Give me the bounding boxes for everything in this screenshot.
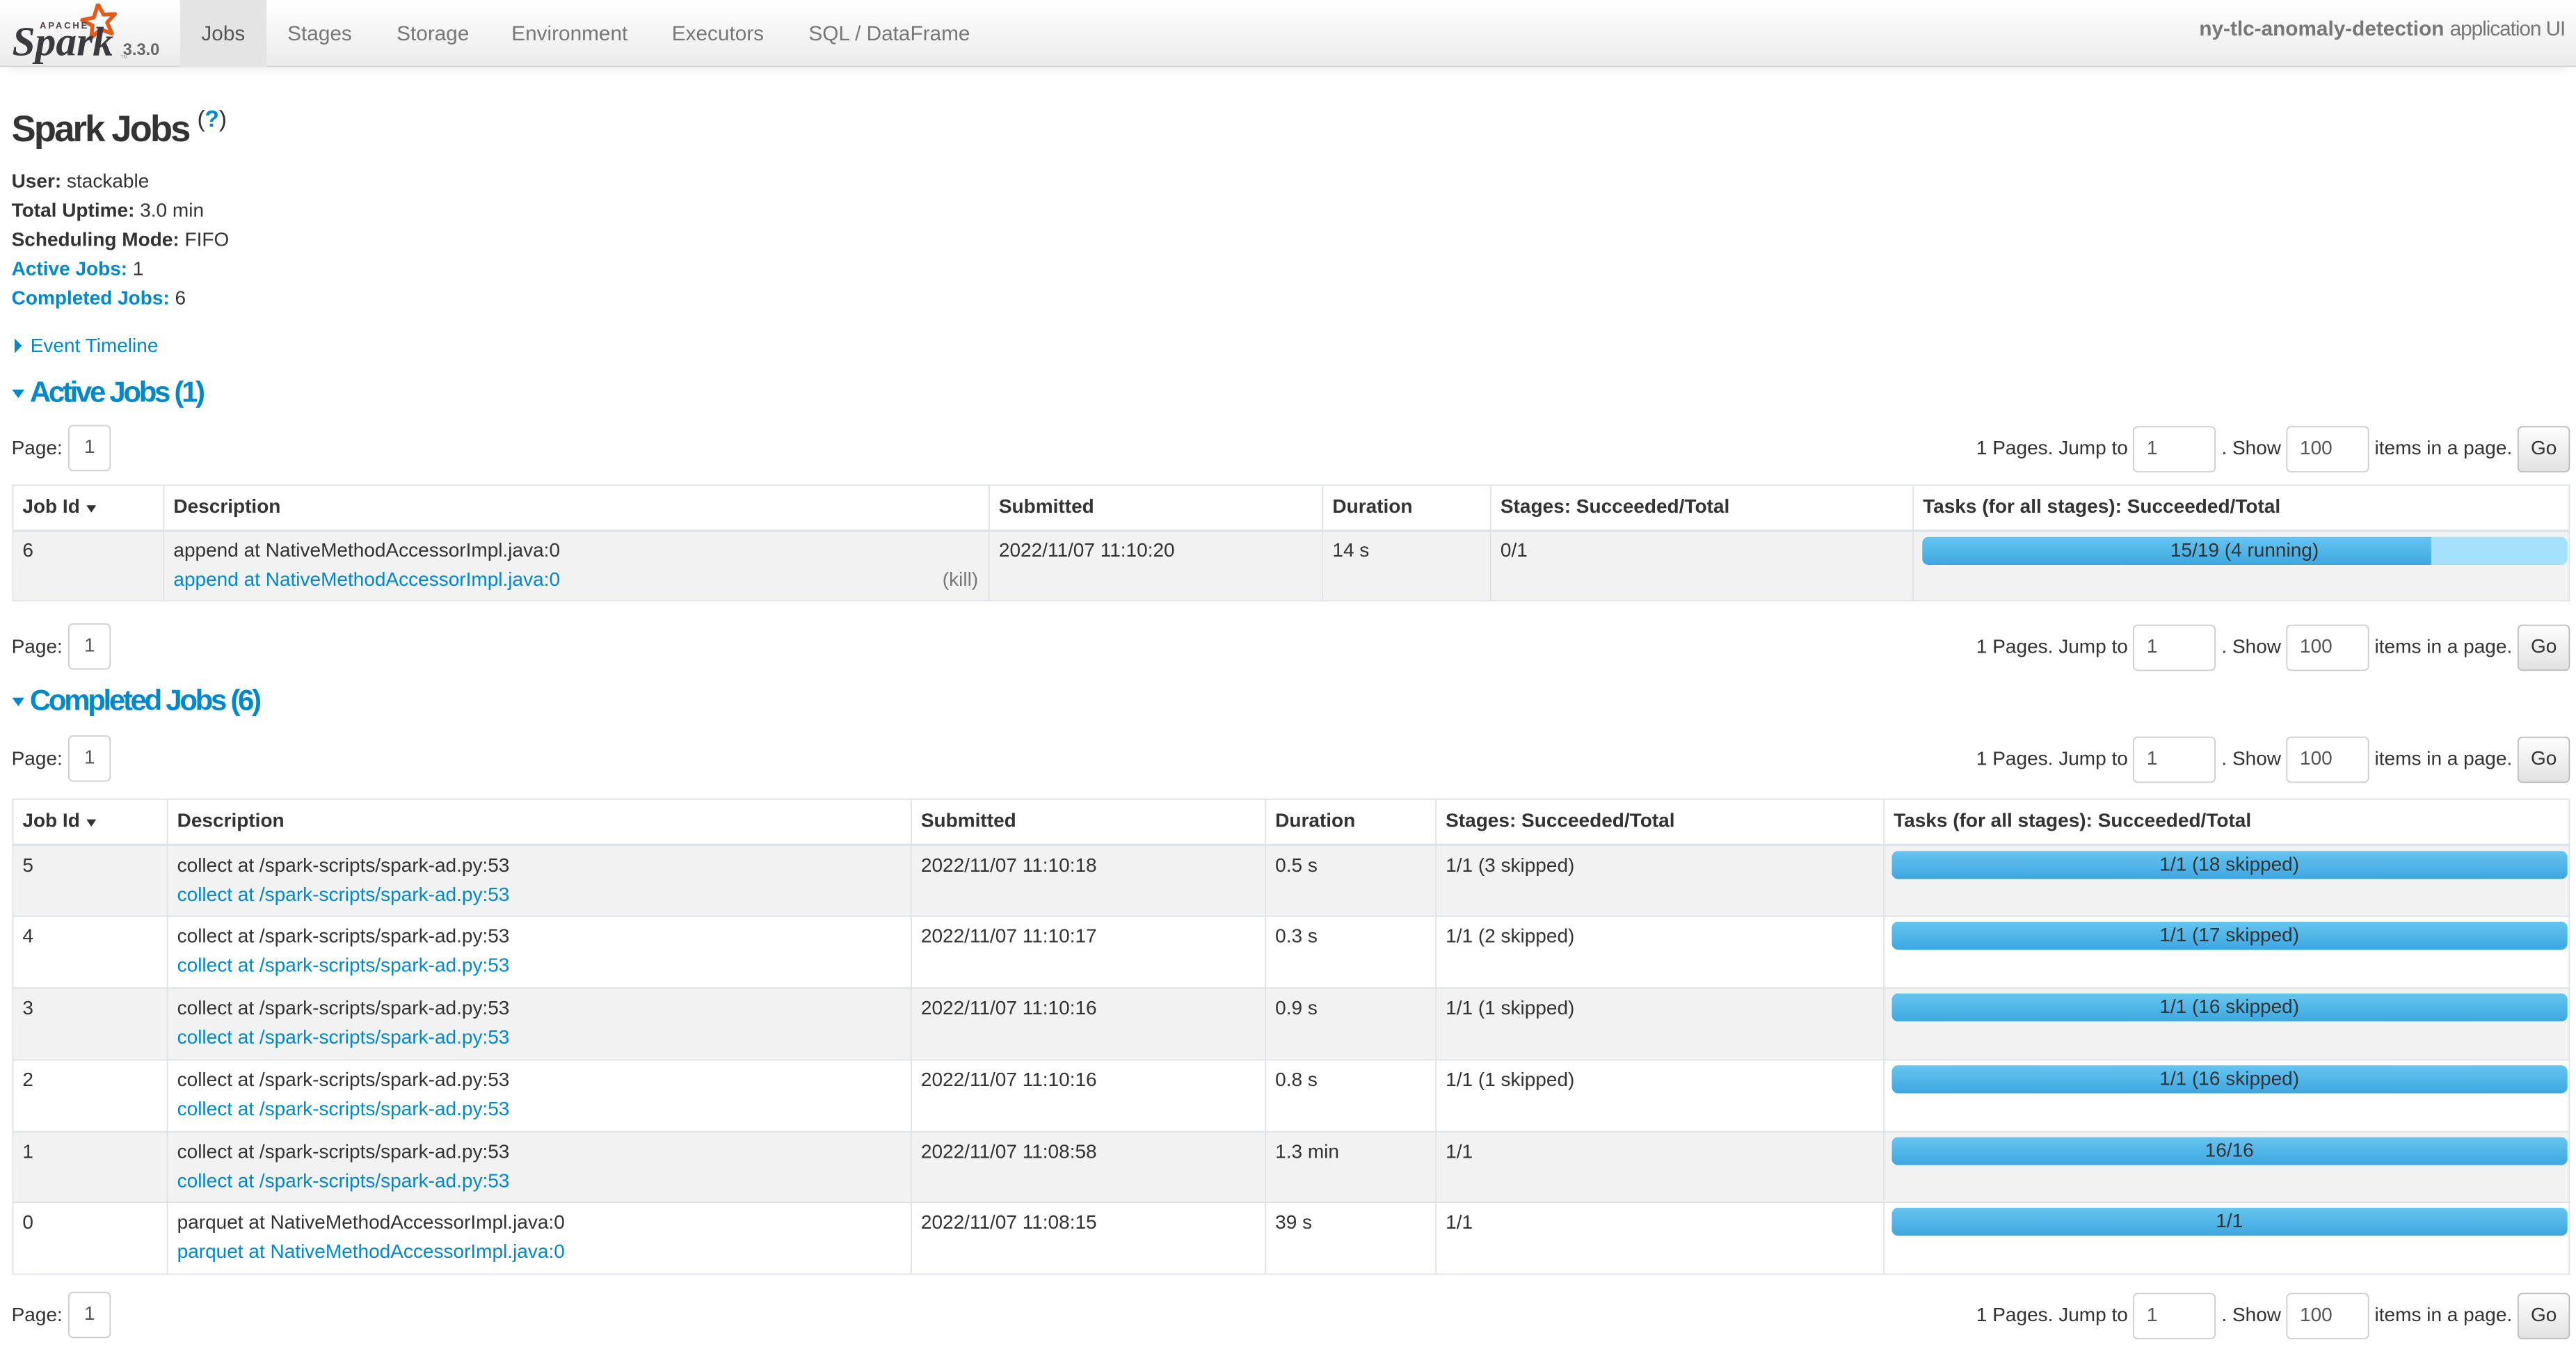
- svg-text:Spark: Spark: [13, 19, 114, 65]
